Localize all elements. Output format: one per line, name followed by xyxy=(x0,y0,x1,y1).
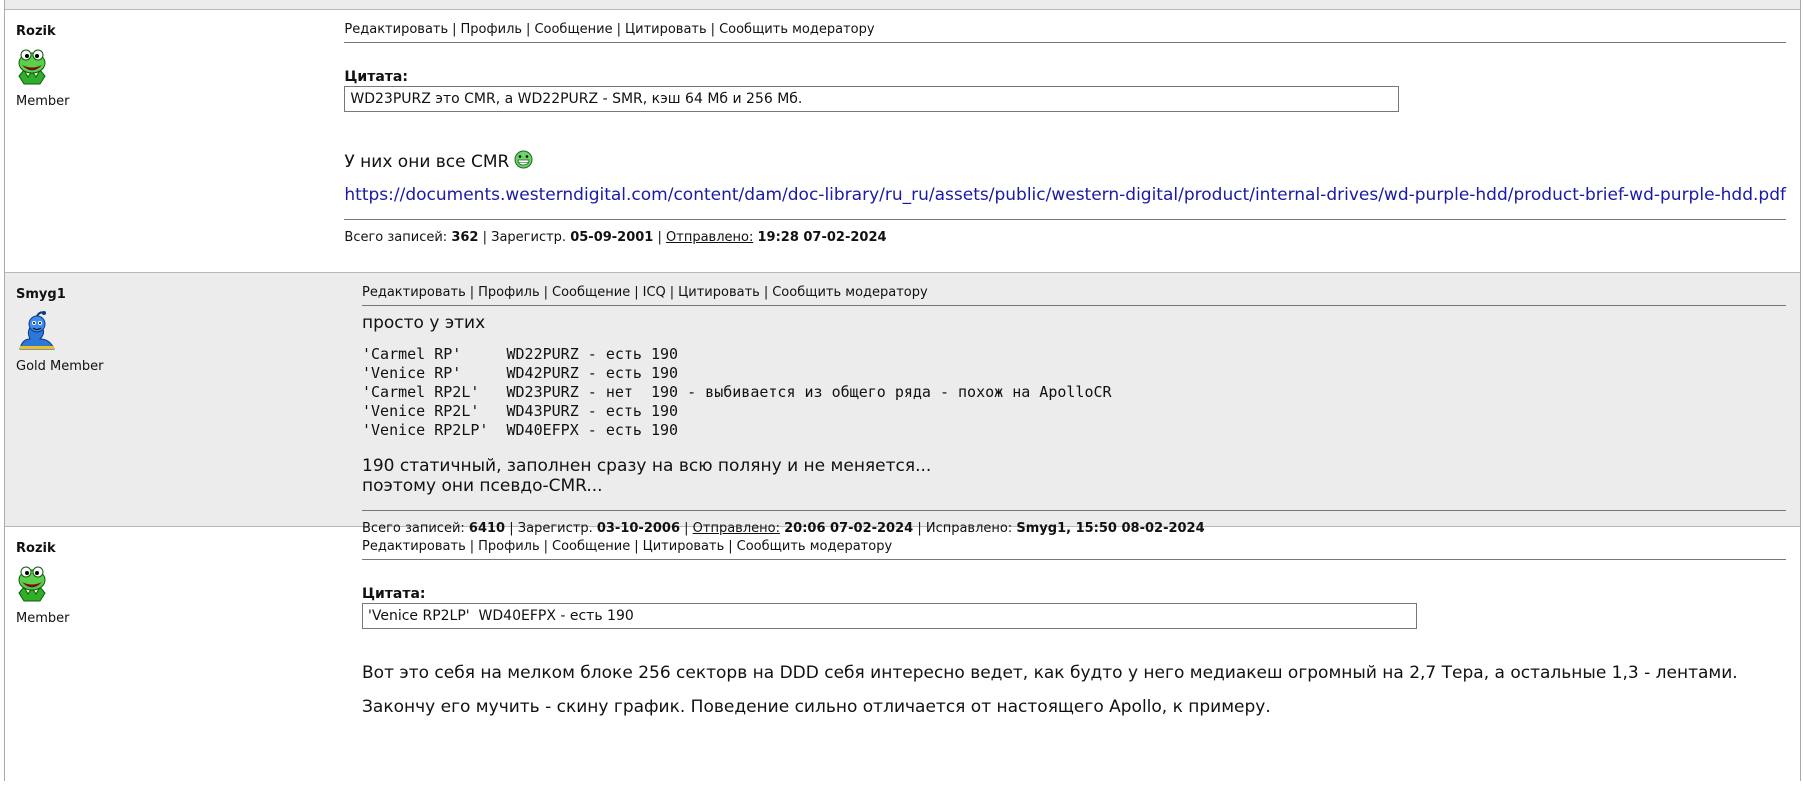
profile-link[interactable]: Профиль xyxy=(478,539,540,554)
sent-label[interactable]: Отправлено: xyxy=(666,230,753,245)
author-rank: Gold Member xyxy=(16,359,104,374)
quote-box: WD23PURZ это CMR, а WD22PURZ - SMR, кэш … xyxy=(344,86,1400,112)
forum-post: Rozik Member Редактировать | Профиль | Сообщ… xyxy=(5,10,1800,273)
post-author-panel: Rozik Member xyxy=(5,527,362,787)
post-text: Вот это себя на мелком блоке 256 секторв… xyxy=(362,663,1738,683)
report-moderator-link[interactable]: Сообщить модератору xyxy=(719,22,875,37)
edit-link[interactable]: Редактировать xyxy=(362,539,466,554)
genie-avatar xyxy=(19,311,55,350)
post-actions: Редактировать | Профиль | Сообщение | ICQ | Цити… xyxy=(362,285,1786,306)
forum-thread: Rozik Member Редактировать | Профиль | Сообщ… xyxy=(4,0,1801,781)
post-body: Редактировать | Профиль | Сообщение | Цитирова… xyxy=(362,527,1800,787)
code-block: 'Carmel RP' WD22PURZ - есть 190 'Venice … xyxy=(362,345,1112,439)
document-link[interactable]: https://documents.westerndigital.com/con… xyxy=(344,185,1786,205)
report-moderator-link[interactable]: Сообщить модератору xyxy=(737,539,893,554)
quote-label: Цитата: xyxy=(344,69,408,85)
posts-count-label: Всего записей: xyxy=(344,230,448,245)
edit-link[interactable]: Редактировать xyxy=(344,22,448,37)
sent-date: 19:28 07-02-2024 xyxy=(757,230,887,245)
quote-box: 'Venice RP2LP' WD40EFPX - есть 190 xyxy=(362,603,1417,629)
author-name[interactable]: Smyg1 xyxy=(16,287,362,302)
post-author-panel: Smyg1 Gold Member xyxy=(5,273,362,526)
message-link[interactable]: Сообщение xyxy=(534,22,612,37)
post-text: просто у этих xyxy=(362,313,486,333)
forum-post: Smyg1 Gold Member Редактировать | Профиль |… xyxy=(5,273,1800,536)
post-actions: Редактировать | Профиль | Сообщение | Цитирова… xyxy=(362,539,1786,560)
quote-link[interactable]: Цитировать xyxy=(678,285,760,300)
message-link[interactable]: Сообщение xyxy=(552,285,630,300)
registered-label: Зарегистр. xyxy=(491,230,567,245)
posts-count: 362 xyxy=(451,230,479,245)
post-text: поэтому они псевдо-CMR... xyxy=(362,476,603,496)
report-moderator-link[interactable]: Сообщить модератору xyxy=(772,285,928,300)
post-body: Редактировать | Профиль | Сообщение | Цитирова… xyxy=(344,10,1800,272)
grin-smiley-icon xyxy=(514,150,533,169)
profile-link[interactable]: Профиль xyxy=(478,285,540,300)
post-actions: Редактировать | Профиль | Сообщение | Цитирова… xyxy=(344,22,1786,43)
author-name[interactable]: Rozik xyxy=(16,24,344,39)
post-text: У них они все CMR xyxy=(344,152,510,172)
post-author-panel: Rozik Member xyxy=(5,10,344,272)
author-name[interactable]: Rozik xyxy=(16,541,362,556)
author-rank: Member xyxy=(16,94,70,109)
top-divider xyxy=(5,0,1800,10)
quote-link[interactable]: Цитировать xyxy=(625,22,707,37)
kermit-frog-avatar xyxy=(18,566,46,602)
registered-date: 05-09-2001 xyxy=(570,230,654,245)
profile-link[interactable]: Профиль xyxy=(461,22,523,37)
kermit-frog-avatar xyxy=(18,49,46,85)
post-body: Редактировать | Профиль | Сообщение | ICQ | Цити… xyxy=(362,273,1800,536)
forum-post: Rozik Member Редактировать | Профиль | Сообщ… xyxy=(5,527,1800,787)
quote-link[interactable]: Цитировать xyxy=(643,539,725,554)
message-link[interactable]: Сообщение xyxy=(552,539,630,554)
quote-label: Цитата: xyxy=(362,586,426,602)
post-footer: Всего записей: 362 | Зарегистр. 05-09-20… xyxy=(344,219,1786,254)
icq-link[interactable]: ICQ xyxy=(643,285,666,300)
edit-link[interactable]: Редактировать xyxy=(362,285,466,300)
author-rank: Member xyxy=(16,611,70,626)
post-text: 190 статичный, заполнен сразу на всю пол… xyxy=(362,456,932,476)
post-text: Закончу его мучить - скину график. Повед… xyxy=(362,697,1271,717)
